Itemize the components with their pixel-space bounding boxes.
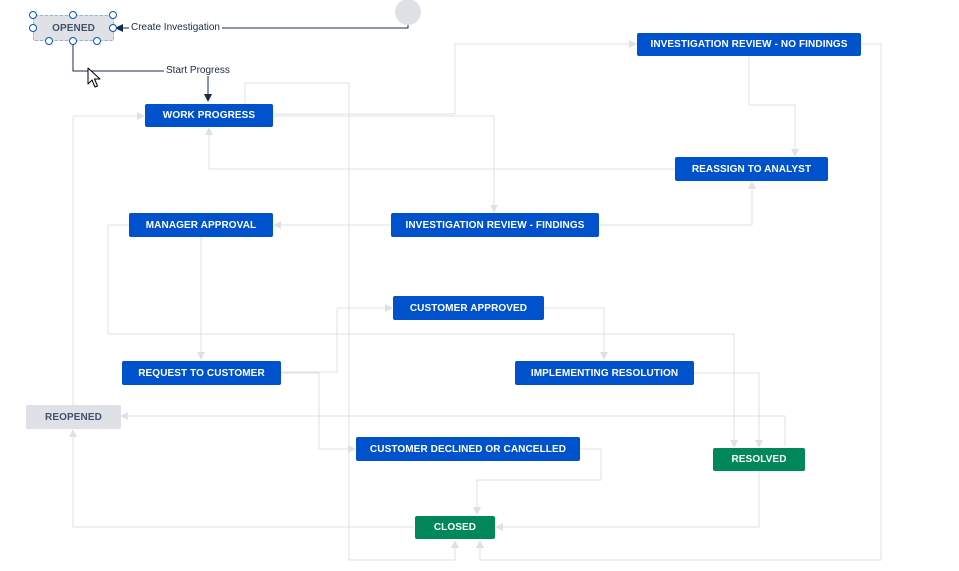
edge-no-findings-to-reassign[interactable] [748, 57, 799, 157]
edge-manager-to-resolved[interactable] [107, 224, 738, 448]
resize-handle-bottom[interactable] [69, 37, 77, 45]
edge-implementing-to-resolved[interactable] [694, 372, 763, 448]
transition-connectors [69, 13, 882, 561]
status-closed-label: CLOSED [433, 522, 477, 533]
status-request-to-customer[interactable]: REQUEST TO CUSTOMER [122, 361, 281, 385]
initial-state-circle[interactable] [395, 0, 421, 25]
resize-handle-bottom-left[interactable] [45, 37, 53, 45]
resize-handle-top-right[interactable] [109, 11, 117, 19]
mouse-pointer-icon [87, 67, 101, 88]
status-opened-label: OPENED [52, 22, 95, 34]
edge-resolved-to-closed[interactable] [495, 471, 760, 531]
edge-reassign-to-work[interactable] [205, 127, 675, 170]
edge-work-to-closed[interactable] [244, 82, 459, 561]
status-investigation-review-findings-label: INVESTIGATION REVIEW - FINDINGS [405, 219, 585, 231]
status-work-progress-label: WORK PROGRESS [162, 110, 256, 121]
transition-label-start-progress[interactable]: Start Progress [164, 65, 232, 76]
resize-handle-right[interactable] [109, 24, 117, 32]
status-investigation-review-no-findings-label: INVESTIGATION REVIEW - NO FINDINGS [650, 39, 848, 50]
edge-request-to-declined[interactable] [281, 372, 356, 453]
status-customer-approved[interactable]: CUSTOMER APPROVED [393, 296, 544, 320]
status-customer-declined-or-cancelled[interactable]: CUSTOMER DECLINED OR CANCELLED [356, 437, 580, 461]
status-closed[interactable]: CLOSED [415, 516, 495, 539]
status-work-progress[interactable]: WORK PROGRESS [145, 104, 273, 127]
status-reopened[interactable]: REOPENED [26, 405, 121, 429]
status-manager-approval[interactable]: MANAGER APPROVAL [129, 213, 273, 237]
edge-work-to-findings[interactable] [273, 115, 498, 213]
status-investigation-review-no-findings[interactable]: INVESTIGATION REVIEW - NO FINDINGS [637, 33, 861, 56]
resize-handle-bottom-right[interactable] [93, 37, 101, 45]
status-reassign-to-analyst[interactable]: REASSIGN TO ANALYST [675, 157, 828, 181]
status-reopened-label: REOPENED [45, 411, 102, 423]
status-implementing-resolution-label: IMPLEMENTING RESOLUTION [530, 367, 679, 379]
status-customer-approved-label: CUSTOMER APPROVED [409, 302, 528, 314]
status-manager-approval-label: MANAGER APPROVAL [145, 219, 257, 231]
edge-findings-to-reassign[interactable] [599, 181, 756, 226]
status-resolved-label: RESOLVED [731, 454, 787, 465]
status-customer-declined-or-cancelled-label: CUSTOMER DECLINED OR CANCELLED [369, 443, 567, 455]
status-investigation-review-findings[interactable]: INVESTIGATION REVIEW - FINDINGS [391, 213, 599, 237]
resize-handle-top[interactable] [69, 11, 77, 19]
transition-label-create-investigation[interactable]: Create Investigation [129, 22, 222, 33]
resize-handle-left[interactable] [29, 24, 37, 32]
status-reassign-to-analyst-label: REASSIGN TO ANALYST [691, 163, 812, 175]
status-request-to-customer-label: REQUEST TO CUSTOMER [138, 367, 265, 379]
resize-handle-top-left[interactable] [29, 11, 37, 19]
status-resolved[interactable]: RESOLVED [713, 448, 805, 471]
edge-work-to-no-findings[interactable] [273, 40, 637, 115]
edge-request-to-approved[interactable] [281, 304, 393, 373]
status-implementing-resolution[interactable]: IMPLEMENTING RESOLUTION [515, 361, 694, 385]
